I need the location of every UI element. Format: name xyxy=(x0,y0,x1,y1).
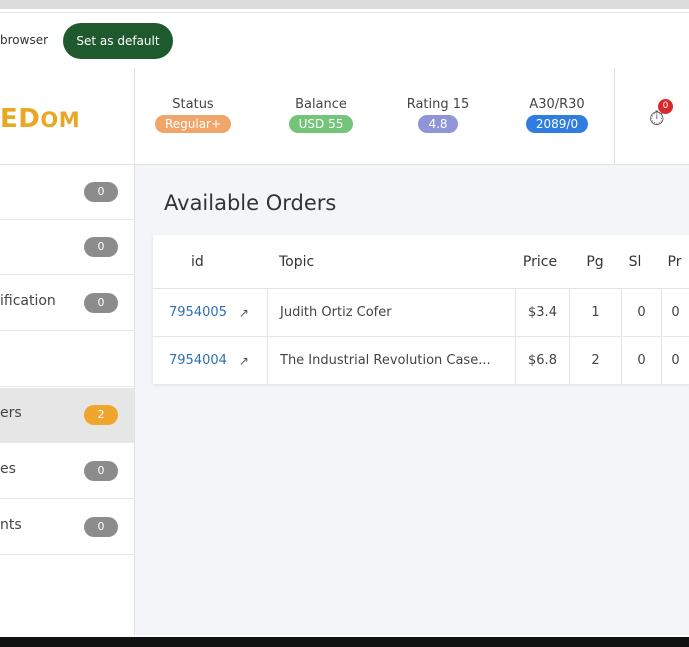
column-header-pg[interactable]: Pg xyxy=(580,235,610,288)
order-id-link[interactable]: 7954005 xyxy=(169,305,227,320)
topic-cell: The Industrial Revolution Case... xyxy=(267,337,515,384)
logo-text-part2: D xyxy=(18,104,41,134)
sidebar-item-6[interactable]: es 0 xyxy=(0,444,134,499)
column-header-sl[interactable]: Sl xyxy=(620,235,650,288)
table-row[interactable]: 7954005 ↗ Judith Ortiz Cofer $3.4 1 0 0 xyxy=(153,289,689,337)
pages-cell: 2 xyxy=(569,337,621,384)
sidebar-item-label: nts xyxy=(0,517,22,533)
page-title: Available Orders xyxy=(164,191,337,215)
sidebar-count-badge: 0 xyxy=(84,182,118,202)
balance-stat: Balance USD 55 xyxy=(266,97,376,133)
sidebar-count-badge: 0 xyxy=(84,293,118,313)
rating-label: Rating 15 xyxy=(406,97,470,112)
external-link-icon[interactable]: ↗ xyxy=(239,306,249,320)
slides-cell: 0 xyxy=(621,337,661,384)
column-header-id[interactable]: id xyxy=(191,235,251,288)
default-browser-infobar: browser Set as default xyxy=(0,12,689,69)
header-divider xyxy=(134,68,135,164)
rating-badge: 4.8 xyxy=(418,115,458,133)
order-id-cell: 7954005 ↗ xyxy=(169,289,275,336)
status-label: Status xyxy=(172,97,214,112)
column-header-topic[interactable]: Topic xyxy=(279,235,509,288)
pages-cell: 1 xyxy=(569,289,621,336)
a30-r30-badge: 2089/0 xyxy=(525,115,589,133)
stopwatch-icon[interactable]: ⏱ 0 xyxy=(649,99,673,128)
sidebar-item-label: ers xyxy=(0,405,22,421)
sidebar-count-badge: 0 xyxy=(84,517,118,537)
orders-table: id Topic Price Pg Sl Pr 7954005 ↗ Judith… xyxy=(153,235,689,385)
logo-text-part3: OM xyxy=(40,108,81,132)
slides-cell: 0 xyxy=(621,289,661,336)
balance-badge: USD 55 xyxy=(288,115,354,133)
status-stat: Status Regular+ xyxy=(138,97,248,133)
price-cell: $6.8 xyxy=(515,337,569,384)
logo-text-part1: E xyxy=(0,104,19,134)
sidebar-item-7[interactable]: nts 0 xyxy=(0,500,134,555)
pr-cell: 0 xyxy=(661,337,689,384)
sidebar-item-label: es xyxy=(0,461,16,477)
table-row[interactable]: 7954004 ↗ The Industrial Revolution Case… xyxy=(153,337,689,385)
table-header-row: id Topic Price Pg Sl Pr xyxy=(153,235,689,289)
status-badge: Regular+ xyxy=(154,115,232,133)
sidebar-item-2[interactable]: 0 xyxy=(0,220,134,275)
topic-cell: Judith Ortiz Cofer xyxy=(267,289,515,336)
sidebar: 0 0 ification 0 ers 2 es 0 nts 0 xyxy=(0,165,135,635)
sidebar-count-badge: 0 xyxy=(84,237,118,257)
column-header-pr[interactable]: Pr xyxy=(660,235,689,288)
column-header-price[interactable]: Price xyxy=(516,235,564,288)
header-divider-right xyxy=(614,68,615,164)
app-header: EDOM Status Regular+ Balance USD 55 Rati… xyxy=(0,68,689,165)
sidebar-count-badge: 0 xyxy=(84,461,118,481)
set-as-default-button[interactable]: Set as default xyxy=(63,23,173,59)
a30-r30-stat: A30/R30 2089/0 xyxy=(502,97,612,133)
timer-count-badge: 0 xyxy=(658,99,673,114)
balance-label: Balance xyxy=(295,97,347,112)
rating-stat: Rating 15 4.8 xyxy=(383,97,493,133)
taskbar-edge xyxy=(0,637,689,647)
a30-r30-label: A30/R30 xyxy=(529,97,585,112)
window-top-strip xyxy=(0,0,689,9)
sidebar-item-notification[interactable]: ification 0 xyxy=(0,276,134,331)
infobar-text: browser xyxy=(0,33,49,47)
sidebar-item-orders[interactable]: ers 2 xyxy=(0,388,134,443)
main-content: Available Orders id Topic Price Pg Sl Pr… xyxy=(135,165,689,635)
sidebar-count-badge: 2 xyxy=(84,405,118,425)
sidebar-item-4[interactable] xyxy=(0,332,134,387)
sidebar-item-1[interactable]: 0 xyxy=(0,165,134,220)
order-id-cell: 7954004 ↗ xyxy=(169,337,275,384)
pr-cell: 0 xyxy=(661,289,689,336)
logo[interactable]: EDOM xyxy=(0,106,80,132)
external-link-icon[interactable]: ↗ xyxy=(239,354,249,368)
sidebar-item-label: ification xyxy=(0,293,56,309)
price-cell: $3.4 xyxy=(515,289,569,336)
order-id-link[interactable]: 7954004 xyxy=(169,353,227,368)
